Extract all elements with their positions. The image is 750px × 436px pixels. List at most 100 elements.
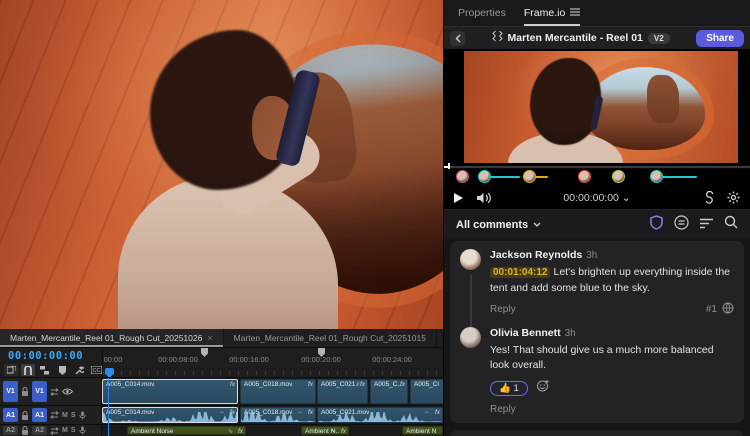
panel-tab-properties[interactable]: Properties [458, 0, 506, 26]
mic-icon[interactable] [78, 426, 86, 435]
ambient-clip[interactable]: Ambient N.. ∿ fx [301, 426, 349, 435]
comment-main: Jackson Reynolds 3h 00:01:04:12 Let's brigh… [490, 249, 734, 317]
vignette [0, 0, 443, 329]
thumb-person-hair [529, 57, 601, 146]
track-visibility-eye-icon[interactable] [62, 388, 73, 395]
timeline-settings-wrench-icon[interactable] [72, 364, 86, 376]
comment-marker-avatar[interactable] [456, 170, 469, 183]
version-badge[interactable]: V2 [647, 32, 670, 44]
snap-magnet-icon[interactable] [21, 364, 35, 376]
globe-icon[interactable] [722, 302, 734, 317]
clip-label: A005_C018.mov [244, 381, 293, 388]
lock-icon[interactable] [21, 426, 29, 435]
sequence-tab[interactable]: Marten_Mercantile_Reel 01_Rough Cut_2025… [224, 329, 437, 347]
timeline-clip[interactable]: A005_C018.mov ↔ fx [240, 407, 316, 423]
track-clips-a1: A005_C014.mov ↔ fx A005_C018.mov ↔ fx A005_C02… [102, 406, 443, 424]
panel-tab-frameio[interactable]: Frame.io [524, 0, 581, 26]
captions-icon[interactable]: CC [89, 364, 103, 376]
solo-button[interactable]: S [71, 427, 76, 434]
annotations-icon[interactable] [674, 214, 689, 235]
comment-card[interactable]: Jackson Reynolds 3h 00:01:04:12 Let's brigh… [450, 241, 744, 424]
add-reaction-icon[interactable] [536, 379, 550, 398]
timeline-clip[interactable]: A005_C021.mov ↔ fx [317, 407, 443, 423]
settings-gear-icon[interactable] [727, 191, 740, 204]
close-tab-icon[interactable]: × [207, 333, 212, 343]
loop-scrub-icon[interactable] [704, 191, 715, 204]
comment-timestamp-chip[interactable]: 00:01:04:12 [490, 267, 551, 278]
timeline-clip[interactable]: A005_C... fx [370, 379, 408, 404]
comment-author: Jackson Reynolds 3h [490, 249, 598, 261]
mute-button[interactable]: M [62, 427, 68, 434]
sync-lock-icon[interactable] [50, 426, 59, 435]
sync-lock-icon[interactable] [50, 387, 59, 396]
comment-marker-avatar[interactable] [578, 170, 591, 183]
clip-label: Ambient Noise [131, 428, 174, 435]
timeline-clip[interactable]: A005_C00 [410, 379, 443, 404]
share-button[interactable]: Share [696, 29, 744, 47]
solo-button[interactable]: S [71, 412, 76, 419]
comment-marker-avatar[interactable] [612, 170, 625, 183]
ambient-clip[interactable]: Ambient Noise ∿ fx [127, 426, 246, 435]
track-target-badge[interactable]: V1 [32, 381, 47, 402]
frameio-panel: Properties Frame.io Marten Mercantile - R… [443, 0, 750, 436]
track-header-a1: A1 A1 M S [0, 406, 102, 424]
search-icon[interactable] [724, 215, 738, 234]
premiere-section: Marten_Mercantile_Reel 01_Rough Cut_2025… [0, 0, 443, 436]
panel-tab-bar: Properties Frame.io [444, 0, 750, 27]
track-target-badge[interactable]: A2 [3, 426, 18, 435]
timeline-clip[interactable]: A005_C014.mov ↔ fx [102, 407, 238, 423]
play-button[interactable] [454, 192, 463, 203]
panel-tab-label: Properties [458, 7, 506, 19]
sync-lock-icon[interactable] [50, 411, 59, 419]
frameio-logo-icon [491, 29, 503, 47]
lock-icon[interactable] [21, 387, 29, 396]
linked-selection-icon[interactable] [38, 364, 52, 376]
track-row-a2: A2 A2 M S Ambient Noise ∿ fx Ambient N.. ∿ fx Ambi… [0, 425, 443, 436]
sort-icon[interactable] [700, 216, 713, 234]
add-marker-icon[interactable] [55, 364, 69, 376]
mute-button[interactable]: M [62, 412, 68, 419]
sequence-tab-label: Marten_Mercantile_Reel 01_Rough Cut_2025… [233, 333, 426, 343]
reaction-chip[interactable]: 👍 1 [490, 381, 528, 397]
timeline-playhead-line[interactable] [108, 378, 109, 436]
playhead-handle[interactable] [105, 368, 114, 377]
reply-button[interactable]: Reply [490, 404, 516, 415]
track-target-badge[interactable]: A1 [3, 408, 18, 422]
program-monitor-video[interactable] [0, 0, 443, 329]
asset-title: Marten Mercantile - Reel 01 [507, 32, 643, 44]
lock-icon[interactable] [21, 410, 29, 420]
comment-marker-avatar[interactable] [523, 170, 536, 183]
sequence-tab[interactable]: Marten_Mercantile_Reel 01_Rough Cut_2025… [0, 329, 224, 347]
comment-index-group: #1 [706, 302, 734, 317]
sequence-marker-icon[interactable] [201, 348, 208, 357]
clip-label: Ambient Noise [406, 428, 437, 435]
ruler-time-label: 00:00:16:00 [229, 355, 269, 364]
timeline-clip[interactable]: A005_C018.mov fx [240, 379, 316, 404]
volume-icon[interactable] [477, 192, 491, 204]
mic-icon[interactable] [78, 411, 86, 420]
reply-button[interactable]: Reply [490, 304, 516, 315]
nest-sequence-icon[interactable] [4, 364, 18, 376]
avatar[interactable] [460, 326, 481, 348]
back-button[interactable] [450, 30, 465, 46]
timeline-toolbar: CC [4, 364, 103, 376]
avatar[interactable] [460, 249, 481, 270]
comment-marker-avatar[interactable] [478, 170, 491, 183]
track-target-badge[interactable]: V1 [3, 381, 18, 402]
comment-card[interactable]: Ethan Mitchell1dThis take is looking muc… [450, 430, 744, 436]
comment-text: 00:01:04:12 Let's brighten up everything … [490, 266, 731, 294]
ambient-clip[interactable]: Ambient Noise [402, 426, 443, 435]
comment-author: Olivia Bennett 3h [490, 326, 576, 339]
timeline-clip[interactable]: A005_C021.movfx [317, 379, 368, 404]
player-preview[interactable] [444, 49, 750, 165]
shield-icon[interactable] [650, 214, 663, 235]
timeline-clip[interactable]: A005_C014.mov fx [102, 379, 238, 404]
asset-title-group[interactable]: Marten Mercantile - Reel 01 V2 [471, 29, 690, 47]
timeline-ruler[interactable]: 00:00 00:00:08:00 00:00:16:00 00:00:20:00 00… [102, 348, 443, 377]
track-target-badge[interactable]: A1 [32, 408, 47, 422]
track-target-badge[interactable]: A2 [32, 426, 47, 435]
timeline-timecode[interactable]: 00:00:00:00 [8, 350, 83, 362]
panel-menu-icon[interactable] [570, 7, 581, 19]
comment-marker-avatar[interactable] [650, 170, 663, 183]
comments-filter-dropdown[interactable]: All comments [456, 219, 541, 231]
